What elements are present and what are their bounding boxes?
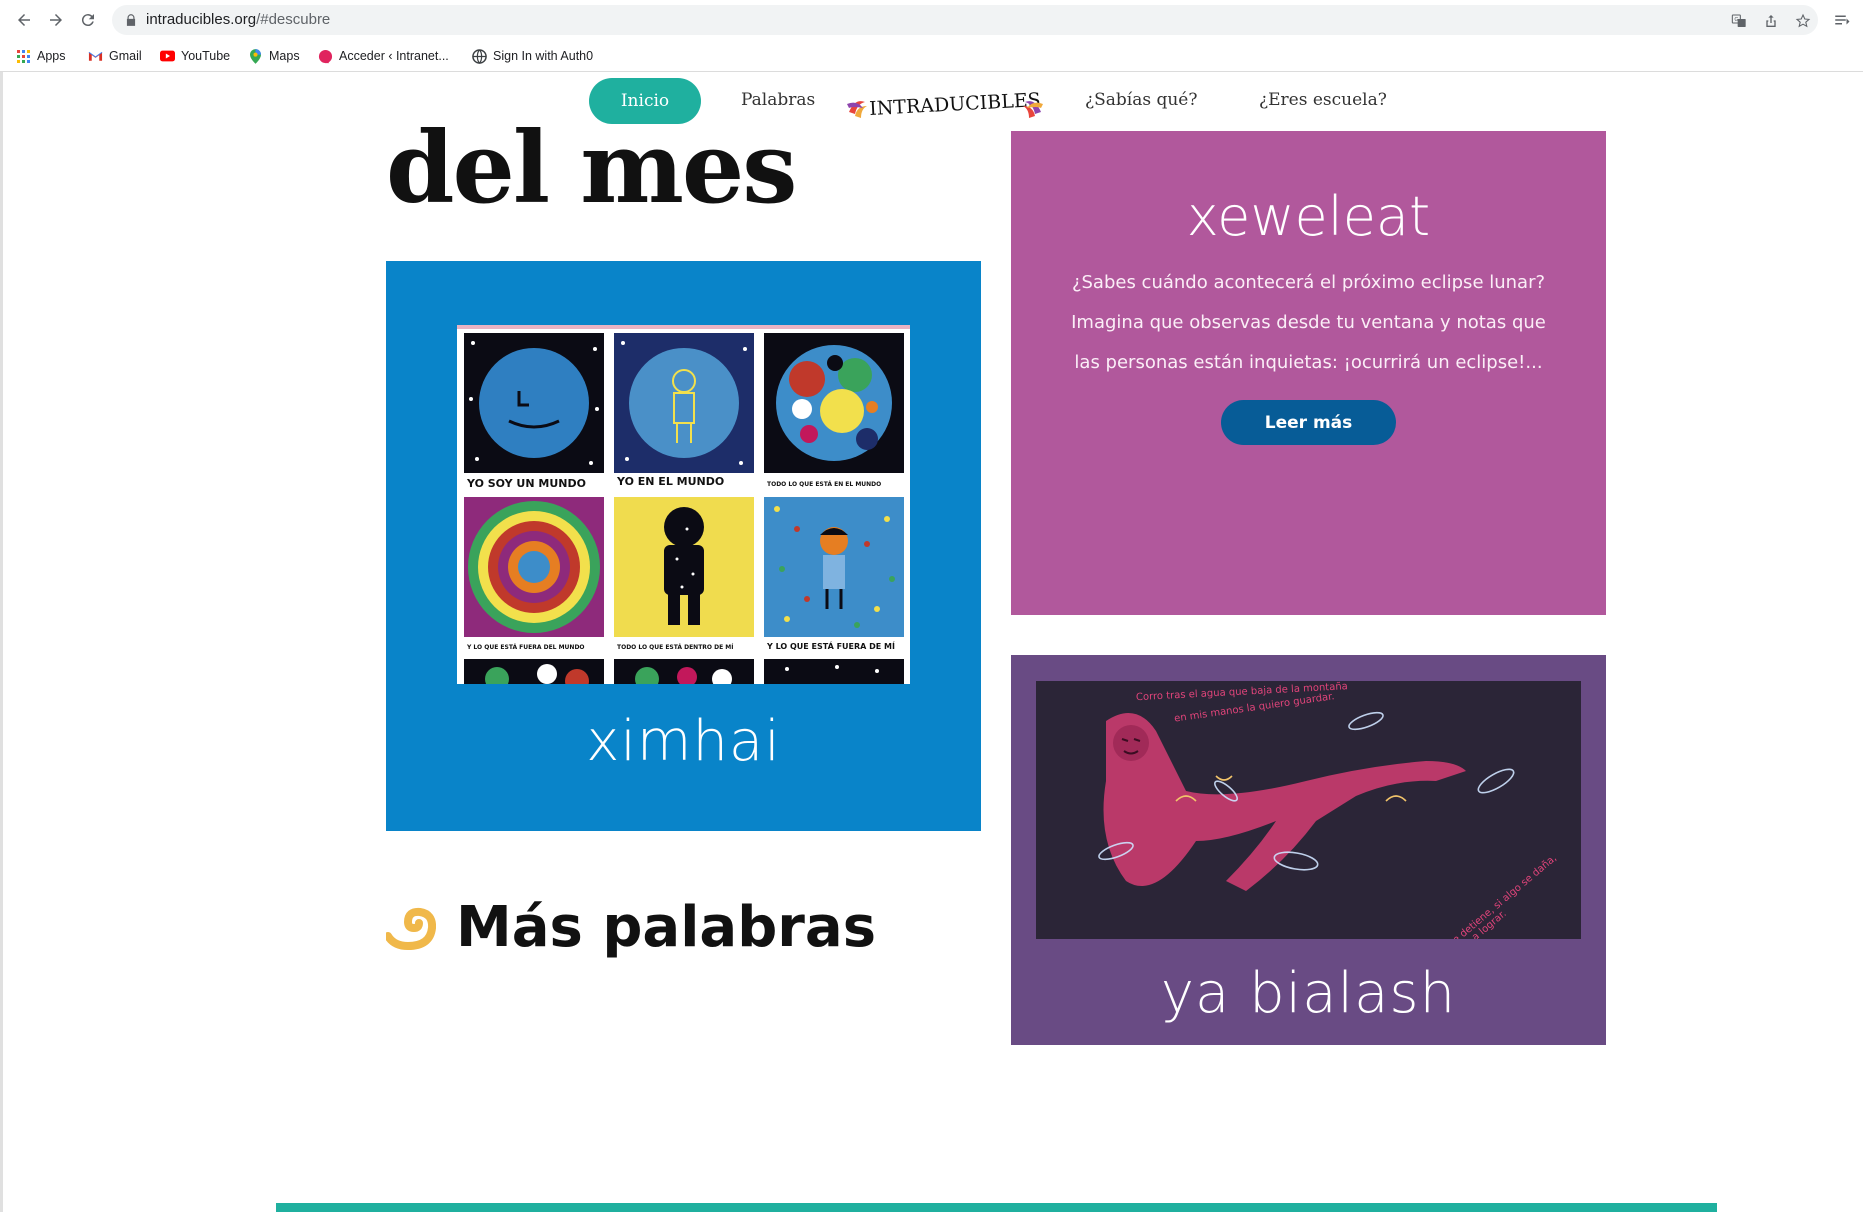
window-edge	[0, 72, 3, 1212]
word-title-ximhai: ximhai	[586, 709, 781, 774]
arrow-left-icon	[18, 14, 30, 26]
bookmark-gmail[interactable]: Gmail	[88, 46, 142, 66]
word-title-ya-bialash: ya bialash	[1160, 961, 1457, 1026]
nav-eres-escuela[interactable]: ¿Eres escuela?	[1259, 90, 1387, 110]
read-more-button[interactable]: Leer más	[1221, 400, 1396, 445]
svg-text:INTRADUCIBLES: INTRADUCIBLES	[869, 89, 1042, 120]
caption-fuera-del-mundo: Y LO QUE ESTÁ FUERA DEL MUNDO	[466, 644, 585, 651]
ximhai-book-illustration: YO SOY UN MUNDO YO EN EL MUNDO TODO LO Q…	[457, 325, 910, 684]
bookmark-auth0[interactable]: Sign In with Auth0	[472, 46, 593, 66]
panel-yo-soy-un-mundo	[464, 333, 604, 473]
translate-icon[interactable]: G	[1730, 12, 1748, 30]
url-host: intraducibles.org	[146, 11, 257, 28]
intranet-icon	[318, 49, 333, 64]
bookmark-label: YouTube	[181, 49, 231, 63]
share-icon[interactable]	[1762, 12, 1780, 30]
more-words-heading: Más palabras	[386, 892, 876, 962]
more-words-title: Más palabras	[456, 894, 877, 960]
bookmark-intranet[interactable]: Acceder ‹ Intranet...	[318, 46, 449, 66]
bookmarks-bar: Apps Gmail YouTube Maps Acceder ‹ Intran…	[0, 40, 1863, 72]
browser-chrome: intraducibles.org/#descubre G Apps Gmail…	[0, 0, 1863, 72]
panel-rings	[464, 497, 604, 637]
panel-yo-en-el-mundo	[614, 333, 754, 473]
logo-left-leaves-icon	[847, 101, 867, 118]
caption-yo-soy-un-mundo: YO SOY UN MUNDO	[466, 477, 586, 490]
bookmark-apps[interactable]: Apps	[16, 46, 66, 66]
bookmark-maps[interactable]: Maps	[248, 46, 300, 66]
caption-dentro-de-mi: TODO LO QUE ESTÁ DENTRO DE MÍ	[617, 643, 734, 651]
bookmark-star-icon[interactable]	[1794, 12, 1812, 30]
word-description-xeweleat: ¿Sabes cuándo acontecerá el próximo ecli…	[1071, 272, 1546, 373]
panel-boy-dots	[764, 497, 904, 637]
nav-palabras[interactable]: Palabras	[741, 90, 815, 110]
swirl-icon	[386, 907, 436, 951]
nav-sabias-que[interactable]: ¿Sabías qué?	[1085, 90, 1197, 110]
footer-accent-bar	[276, 1203, 1717, 1212]
caption-fuera-de-mi: Y LO QUE ESTÁ FUERA DE MÍ	[766, 640, 895, 651]
lock-icon	[126, 14, 136, 26]
caption-todo-en-el-mundo: TODO LO QUE ESTÁ EN EL MUNDO	[767, 481, 881, 488]
intraducibles-logo[interactable]: INTRADUCIBLES	[845, 82, 1045, 124]
bookmark-youtube[interactable]: YouTube	[160, 46, 230, 66]
bookmark-label: Maps	[269, 49, 300, 63]
word-card-ya-bialash[interactable]: Corro tras el agua que baja de la montañ…	[1011, 655, 1606, 1045]
reload-button[interactable]	[76, 8, 100, 32]
globe-icon	[472, 48, 487, 64]
back-button[interactable]	[12, 8, 36, 32]
arrow-right-icon	[50, 14, 62, 26]
panel-silhouette	[614, 497, 754, 637]
url-path: /#descubre	[256, 11, 331, 28]
svg-text:G: G	[1734, 17, 1738, 23]
ya-bialash-illustration: Corro tras el agua que baja de la montañ…	[1036, 681, 1581, 939]
caption-yo-en-el-mundo: YO EN EL MUNDO	[616, 475, 724, 488]
browser-toolbar: intraducibles.org/#descubre G	[0, 0, 1863, 40]
section-heading: del mes	[386, 111, 797, 226]
word-card-ximhai[interactable]: YO SOY UN MUNDO YO EN EL MUNDO TODO LO Q…	[386, 261, 981, 831]
word-title-xeweleat: xeweleat	[1186, 185, 1431, 248]
bookmark-label: Gmail	[109, 49, 142, 63]
gmail-icon	[88, 49, 103, 64]
bookmark-label: Sign In with Auth0	[493, 49, 594, 63]
youtube-icon	[160, 49, 175, 64]
panel-todo-lo-que-esta-en-el-mundo	[764, 333, 904, 473]
bookmark-label: Apps	[37, 49, 66, 63]
reload-icon	[81, 14, 94, 27]
bookmark-label: Acceder ‹ Intranet...	[339, 49, 449, 63]
maps-pin-icon	[248, 48, 263, 64]
word-card-xeweleat[interactable]: xeweleat ¿Sabes cuándo acontecerá el pró…	[1011, 131, 1606, 615]
forward-button[interactable]	[44, 8, 68, 32]
reading-list-icon	[1835, 15, 1850, 25]
url-text: intraducibles.org/#descubre	[146, 11, 330, 28]
address-bar[interactable]: intraducibles.org/#descubre G	[112, 5, 1818, 35]
apps-grid-icon	[16, 49, 31, 64]
reading-list-button[interactable]	[1830, 8, 1854, 32]
site-navigation: Inicio Palabras INTRADUCIBLES ¿Sabías qu…	[0, 72, 1863, 134]
